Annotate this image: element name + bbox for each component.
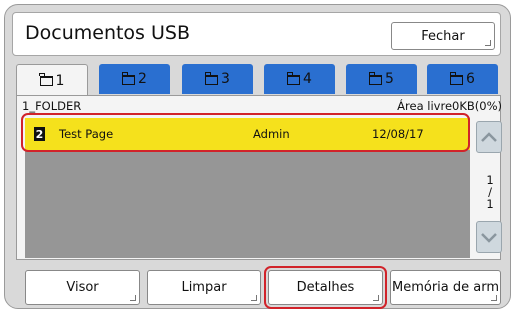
memoria-button[interactable]: Memória de arm bbox=[390, 270, 501, 305]
chevron-up-icon bbox=[481, 132, 497, 142]
tab-folder-3[interactable]: 3 bbox=[182, 64, 253, 94]
scroll-controls: 1 / 1 bbox=[476, 121, 504, 261]
tab-label: 1 bbox=[55, 72, 65, 89]
limpar-button[interactable]: Limpar bbox=[147, 270, 261, 305]
folder-tabs: 1 2 3 4 5 6 bbox=[16, 64, 501, 96]
tab-folder-6[interactable]: 6 bbox=[427, 64, 498, 94]
tab-label: 6 bbox=[466, 71, 475, 87]
scroll-down-button[interactable] bbox=[476, 221, 502, 253]
chevron-down-icon bbox=[481, 233, 497, 243]
folder-icon bbox=[39, 73, 53, 86]
close-button[interactable]: Fechar bbox=[391, 22, 495, 50]
folder-icon bbox=[204, 71, 219, 85]
folder-icon bbox=[286, 71, 301, 85]
folder-name: 1_FOLDER bbox=[22, 99, 82, 113]
dialog-header: Documentos USB Fechar bbox=[12, 12, 501, 56]
scroll-up-button[interactable] bbox=[476, 121, 502, 153]
visor-button[interactable]: Visor bbox=[25, 270, 140, 305]
tab-label: 4 bbox=[303, 71, 312, 87]
free-space: Área livre0KB(0%) bbox=[397, 99, 502, 113]
tab-label: 5 bbox=[385, 71, 394, 87]
tab-folder-5[interactable]: 5 bbox=[346, 64, 417, 94]
folder-icon bbox=[449, 71, 464, 85]
detalhes-highlight bbox=[264, 266, 387, 309]
tab-folder-4[interactable]: 4 bbox=[264, 64, 335, 94]
tab-folder-1[interactable]: 1 bbox=[16, 64, 88, 96]
tab-folder-2[interactable]: 2 bbox=[99, 64, 170, 94]
folder-icon bbox=[121, 71, 136, 85]
selected-row-highlight bbox=[21, 113, 470, 152]
tab-label: 3 bbox=[221, 71, 230, 87]
page-total: 1 bbox=[486, 197, 494, 211]
folder-icon bbox=[368, 71, 383, 85]
tab-label: 2 bbox=[138, 71, 147, 87]
dialog-title: Documentos USB bbox=[25, 22, 190, 44]
